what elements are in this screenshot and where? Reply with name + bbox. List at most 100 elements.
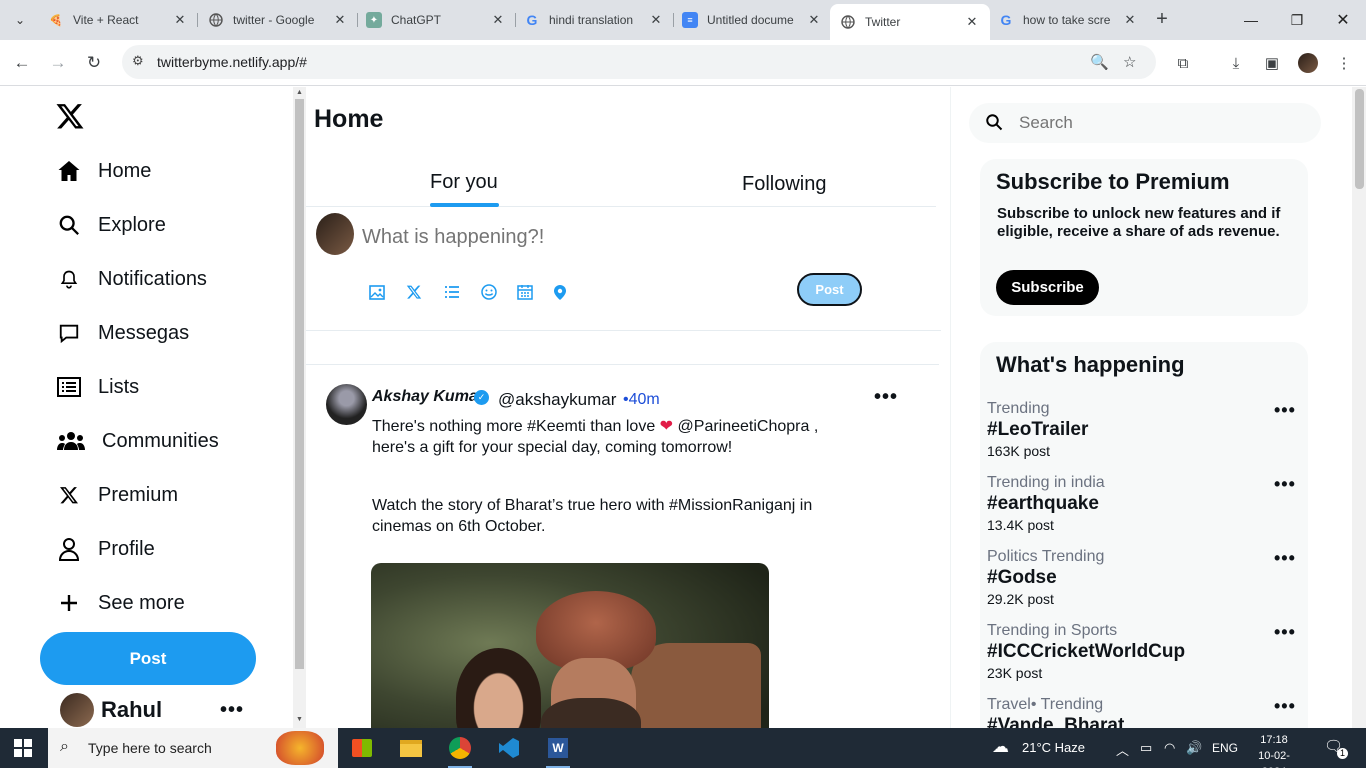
emoji-icon[interactable]: [479, 282, 499, 302]
scroll-up-icon[interactable]: ▲: [296, 89, 303, 96]
browser-tab[interactable]: G hindi translation ✕: [514, 4, 674, 36]
clock-date: 10-02-2024: [1258, 750, 1290, 768]
close-icon[interactable]: ✕: [1122, 12, 1138, 28]
tweet-author-handle[interactable]: @akshaykumar: [498, 390, 616, 410]
reload-button[interactable]: ↻: [81, 50, 107, 76]
close-icon[interactable]: ✕: [332, 12, 348, 28]
page-scrollbar[interactable]: [1352, 87, 1366, 728]
column-scrollbar[interactable]: ▲ ▼: [293, 87, 306, 728]
x-logo-icon[interactable]: [55, 101, 85, 131]
location-pin-icon[interactable]: [550, 282, 570, 302]
extensions-icon[interactable]: ⧉: [1171, 52, 1195, 74]
search-icon: [54, 212, 84, 238]
trend-item[interactable]: Trending in Sports #ICCCricketWorldCup 2…: [987, 622, 1297, 686]
gif-x-icon[interactable]: [404, 282, 424, 302]
browser-tab[interactable]: ≡ Untitled docume ✕: [672, 4, 832, 36]
omnibox[interactable]: ⚙ twitterbyme.netlify.app/# 🔍 ☆: [122, 45, 1156, 79]
close-icon[interactable]: ✕: [490, 12, 506, 28]
site-settings-icon[interactable]: ⚙: [132, 53, 144, 69]
store-icon[interactable]: [342, 732, 382, 764]
schedule-calendar-icon[interactable]: [515, 282, 535, 302]
sidebar-item-label: See more: [98, 591, 185, 614]
sidebar-item-home[interactable]: Home: [54, 156, 151, 186]
scrollbar-thumb[interactable]: [295, 99, 304, 669]
scroll-down-icon[interactable]: ▼: [296, 716, 303, 723]
compose-post-button[interactable]: Post: [797, 273, 862, 306]
zoom-icon[interactable]: 🔍: [1090, 53, 1109, 71]
trend-tag: #ICCCricketWorldCup: [987, 641, 1186, 662]
poll-list-icon[interactable]: [442, 282, 462, 302]
download-icon[interactable]: ⤓: [1224, 52, 1248, 74]
wifi-icon[interactable]: ◠: [1164, 740, 1175, 756]
file-explorer-icon[interactable]: [391, 732, 431, 764]
new-tab-button[interactable]: +: [1150, 8, 1174, 32]
language-indicator[interactable]: ENG: [1212, 741, 1238, 755]
word-icon[interactable]: W: [538, 732, 578, 768]
browser-tab-active[interactable]: Twitter ✕: [830, 4, 990, 40]
chevron-up-icon[interactable]: ︿: [1116, 740, 1129, 759]
search-input[interactable]: [1019, 113, 1299, 133]
sidebar-item-messages[interactable]: Messegas: [54, 318, 189, 348]
side-panel-icon[interactable]: ▣: [1260, 52, 1284, 74]
browser-tab[interactable]: twitter - Google ✕: [198, 4, 358, 36]
weather-icon[interactable]: ☁: [992, 737, 1009, 757]
trend-item[interactable]: Travel• Trending #Vande_Bharat •••: [987, 696, 1297, 728]
trend-item[interactable]: Trending in india #earthquake 13.4K post…: [987, 474, 1297, 538]
account-more-icon[interactable]: •••: [220, 699, 244, 722]
trend-item[interactable]: Trending #LeoTrailer 163K post •••: [987, 400, 1297, 464]
sidebar-item-see-more[interactable]: See more: [54, 588, 185, 618]
tweet-author-name[interactable]: Akshay Kumar: [372, 388, 484, 406]
close-icon[interactable]: ✕: [806, 12, 822, 28]
taskbar-search[interactable]: ⌕ Type here to search: [48, 728, 338, 768]
search-highlight-icon[interactable]: [276, 731, 324, 765]
sidebar-item-profile[interactable]: Profile: [54, 534, 155, 564]
sidebar-item-notifications[interactable]: Notifications: [54, 264, 207, 294]
close-icon[interactable]: ✕: [648, 12, 664, 28]
vscode-icon[interactable]: [489, 732, 529, 764]
close-icon[interactable]: ✕: [964, 14, 980, 30]
browser-tab[interactable]: ✦ ChatGPT ✕: [356, 4, 516, 36]
forward-button[interactable]: →: [45, 50, 71, 76]
trend-more-icon[interactable]: •••: [1274, 400, 1296, 421]
weather-text[interactable]: 21°C Haze: [1022, 740, 1085, 755]
menu-icon[interactable]: ⋮: [1332, 52, 1356, 74]
account-switcher[interactable]: Rahul: [60, 693, 162, 727]
tweet-more-icon[interactable]: •••: [874, 386, 898, 409]
back-button[interactable]: ←: [9, 50, 35, 76]
tweet-timestamp[interactable]: •40m: [623, 391, 660, 409]
image-icon[interactable]: [367, 282, 387, 302]
browser-tab[interactable]: G how to take scre ✕: [988, 4, 1148, 36]
windows-start-icon[interactable]: [14, 739, 32, 757]
clock[interactable]: 17:18 10-02-2024: [1248, 732, 1300, 768]
sidebar-item-premium[interactable]: Premium: [54, 480, 178, 510]
volume-icon[interactable]: 🔊: [1186, 740, 1202, 756]
scrollbar-thumb[interactable]: [1355, 89, 1364, 189]
close-icon[interactable]: ✕: [172, 12, 188, 28]
trend-more-icon[interactable]: •••: [1274, 548, 1296, 569]
compose-input[interactable]: [362, 226, 762, 249]
restore-button[interactable]: ❐: [1274, 0, 1320, 40]
trend-more-icon[interactable]: •••: [1274, 696, 1296, 717]
tab-for-you[interactable]: For you: [430, 171, 498, 194]
tweet-avatar[interactable]: [326, 384, 367, 425]
sidebar-post-button[interactable]: Post: [40, 632, 256, 685]
sidebar-item-communities[interactable]: Communities: [54, 426, 219, 456]
tab-following[interactable]: Following: [742, 173, 826, 196]
bookmark-star-icon[interactable]: ☆: [1123, 53, 1136, 71]
profile-avatar[interactable]: [1296, 52, 1320, 74]
tweet-image[interactable]: [371, 563, 769, 728]
url-text[interactable]: twitterbyme.netlify.app/#: [157, 54, 307, 70]
subscribe-button[interactable]: Subscribe: [996, 270, 1099, 305]
sidebar-item-explore[interactable]: Explore: [54, 210, 166, 240]
trend-more-icon[interactable]: •••: [1274, 474, 1296, 495]
battery-icon[interactable]: ▭: [1140, 740, 1152, 756]
close-window-button[interactable]: ✕: [1320, 0, 1366, 40]
chrome-icon[interactable]: [440, 732, 480, 768]
sidebar-item-lists[interactable]: Lists: [54, 372, 139, 402]
search-bar[interactable]: [969, 103, 1321, 143]
trend-more-icon[interactable]: •••: [1274, 622, 1296, 643]
tab-search-button[interactable]: ⌄: [8, 8, 32, 32]
minimize-button[interactable]: —: [1228, 0, 1274, 40]
trend-item[interactable]: Politics Trending #Godse 29.2K post •••: [987, 548, 1297, 612]
browser-tab[interactable]: 🍕 Vite + React ✕: [38, 4, 198, 36]
